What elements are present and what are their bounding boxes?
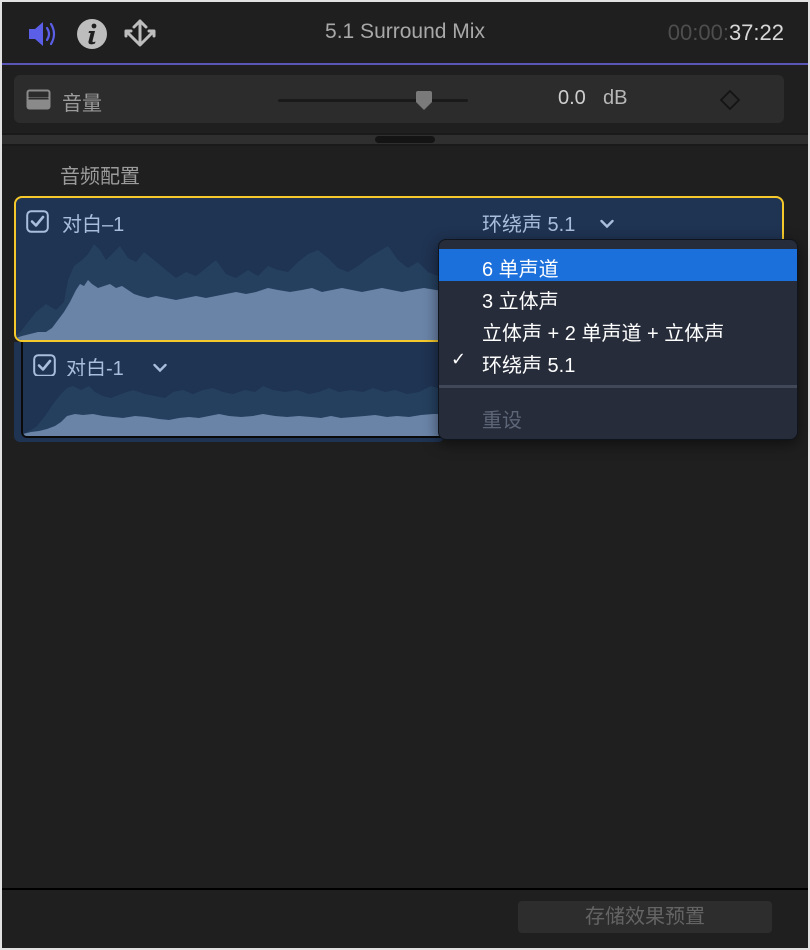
menu-item-label: 6 单声道 xyxy=(482,259,559,281)
pane-splitter[interactable] xyxy=(2,133,808,146)
clip-enable-checkbox[interactable] xyxy=(33,354,56,377)
menu-item-6-mono[interactable]: 6 单声道 xyxy=(439,249,797,281)
menu-item-3-stereo[interactable]: 3 立体声 xyxy=(439,281,797,313)
menu-item-label: 3 立体声 xyxy=(482,291,559,313)
audio-speaker-icon[interactable] xyxy=(26,17,60,51)
volume-label: 音量 xyxy=(62,93,102,115)
clip-enable-checkbox[interactable] xyxy=(26,210,49,233)
volume-toggle-icon[interactable] xyxy=(26,89,51,110)
volume-slider-thumb[interactable] xyxy=(414,91,434,111)
audio-config-section-label: 音频配置 xyxy=(60,166,140,188)
clip-2-container: 对白-1 xyxy=(14,342,446,442)
channel-config-menu: 6 单声道 3 立体声 立体声 + 2 单声道 + 立体声 ✓ 环绕声 5.1 … xyxy=(438,239,798,440)
keyframe-diamond-icon[interactable] xyxy=(719,89,741,111)
volume-slider-track[interactable] xyxy=(278,99,468,102)
checkmark-icon: ✓ xyxy=(451,349,467,369)
menu-item-stereo-2mono-stereo[interactable]: 立体声 + 2 单声道 + 立体声 xyxy=(439,313,797,345)
volume-row: 音量 0.0 dB xyxy=(14,75,784,123)
footer-divider xyxy=(2,888,808,890)
splitter-handle[interactable] xyxy=(375,136,435,143)
volume-unit: dB xyxy=(603,87,628,109)
menu-item-surround-5-1[interactable]: ✓ 环绕声 5.1 xyxy=(439,345,797,377)
save-effects-preset-button[interactable]: 存储效果预置 xyxy=(518,901,772,933)
chevron-down-icon[interactable] xyxy=(153,360,167,373)
timecode-leading: 00:00: xyxy=(667,20,729,45)
volume-value[interactable]: 0.0 xyxy=(558,87,586,110)
menu-item-reset: 重设 xyxy=(482,410,522,432)
audio-component-clip[interactable]: 对白-1 xyxy=(21,342,446,438)
menu-item-label: 环绕声 5.1 xyxy=(482,355,576,377)
chevron-down-icon[interactable] xyxy=(600,216,614,229)
timecode: 00:00:37:22 xyxy=(668,20,784,46)
info-icon[interactable] xyxy=(76,17,110,51)
menu-item-label: 立体声 + 2 单声道 + 立体声 xyxy=(482,323,725,345)
menu-separator xyxy=(439,385,797,388)
inspector-header: 5.1 Surround Mix 00:00:37:22 xyxy=(2,2,808,64)
project-title: 5.1 Surround Mix xyxy=(325,20,485,43)
timecode-value: 37:22 xyxy=(728,20,784,45)
share-icon[interactable] xyxy=(123,17,157,51)
channel-config-popup[interactable]: 环绕声 5.1 xyxy=(482,208,575,237)
header-accent-line xyxy=(2,63,808,65)
clip-name: 对白–1 xyxy=(62,214,125,236)
audio-inspector-panel: 5.1 Surround Mix 00:00:37:22 音量 0.0 dB 音… xyxy=(2,2,808,948)
clip-waveform xyxy=(23,376,444,436)
